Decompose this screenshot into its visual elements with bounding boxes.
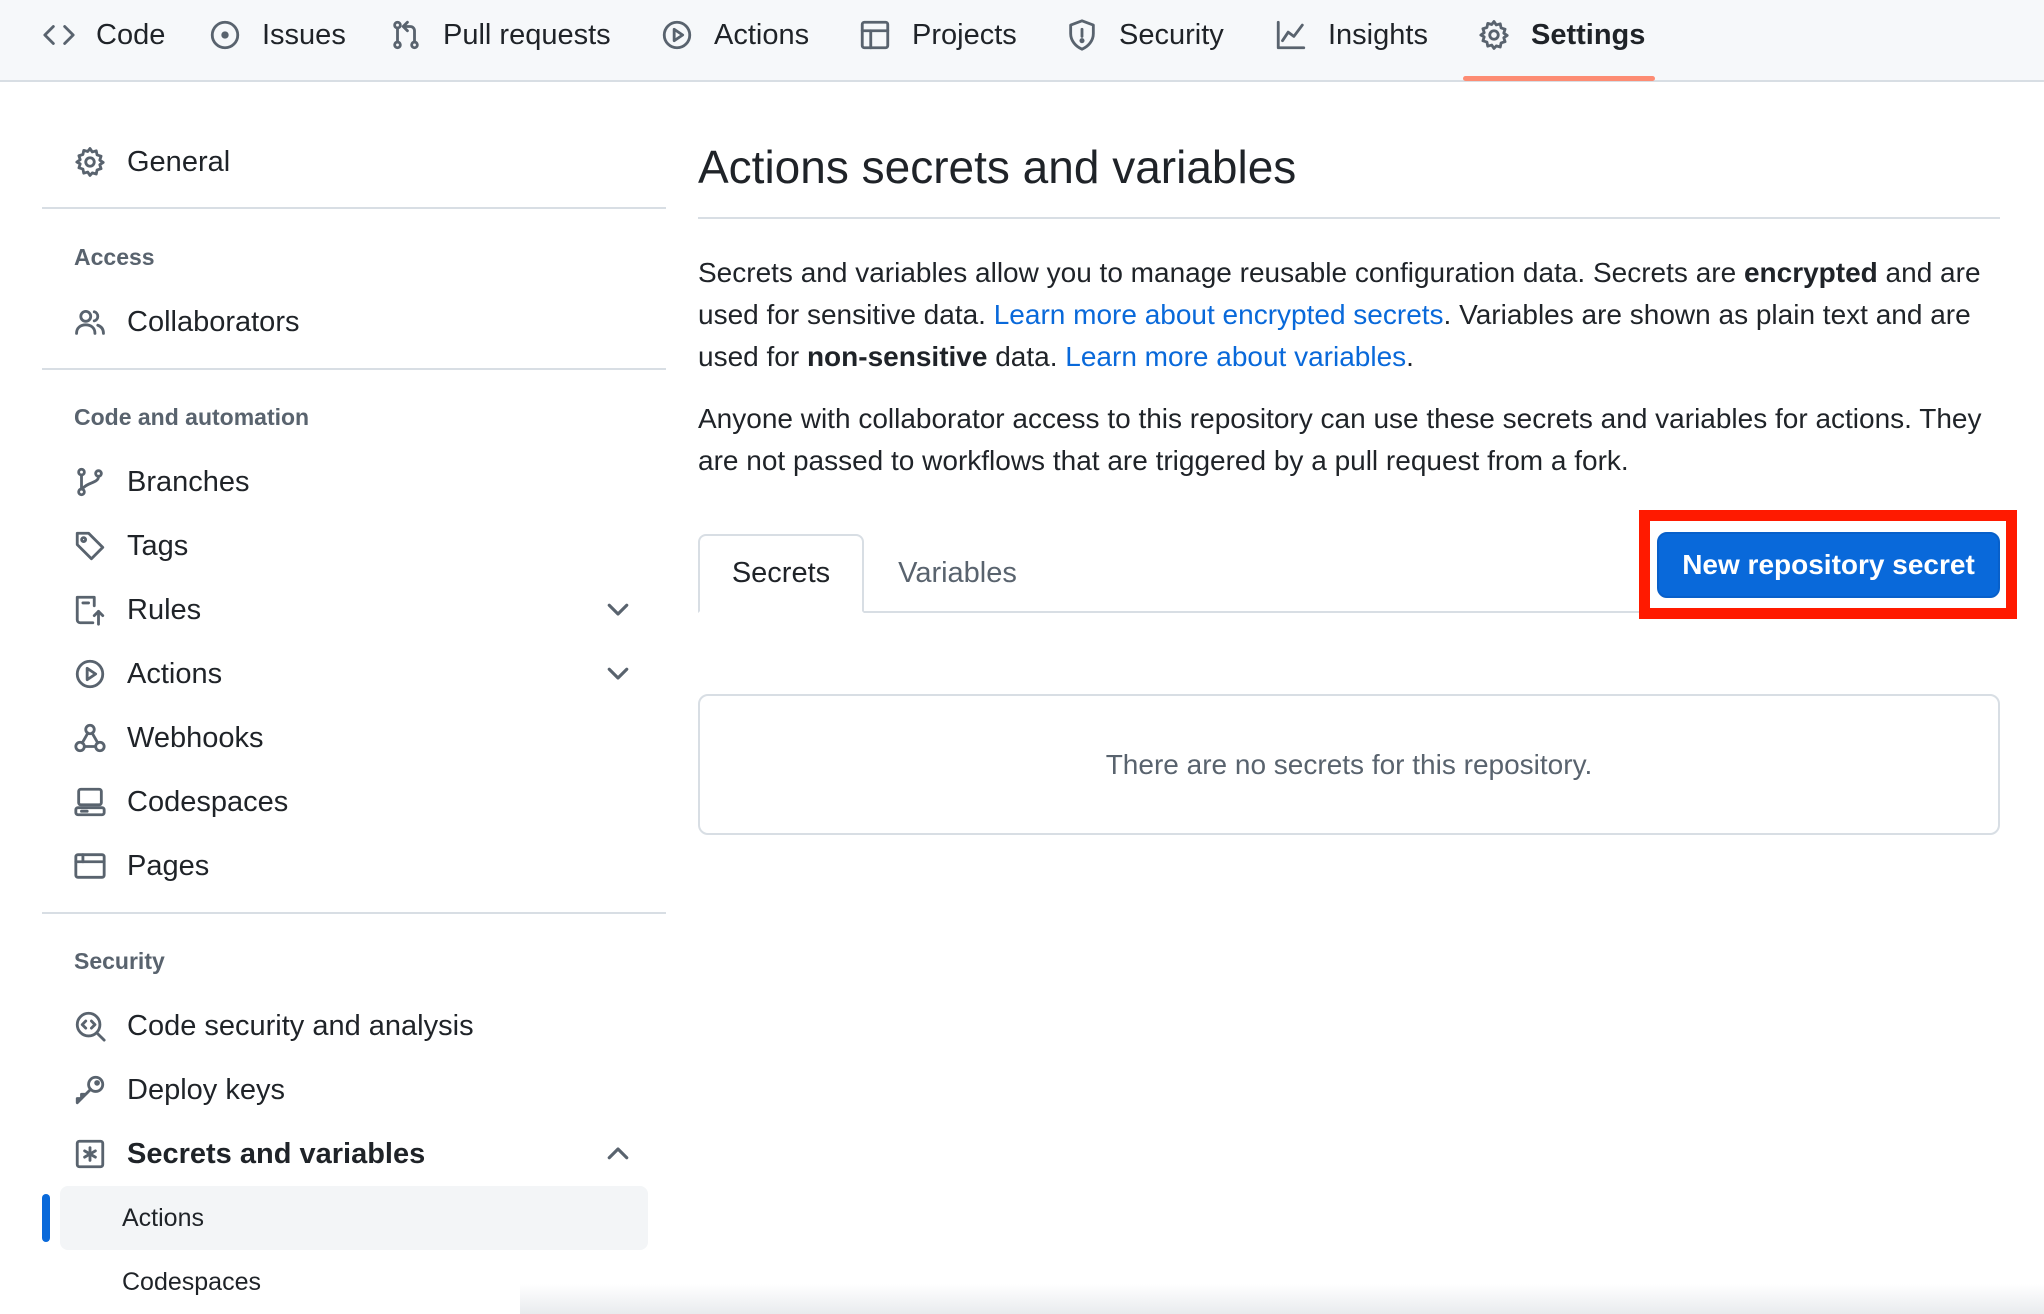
sidebar-item-label: Secrets and variables: [127, 1137, 426, 1170]
git-pull-request-icon: [393, 20, 419, 50]
table-icon: [860, 20, 890, 50]
webhook-icon: [74, 723, 106, 753]
sidebar-item-label: Rules: [127, 593, 202, 626]
sidebar-item-label: Collaborators: [127, 305, 300, 338]
chevron-up-icon[interactable]: [603, 1139, 633, 1169]
sidebar-item-label: Actions: [127, 657, 223, 690]
tab-label: Code: [96, 18, 166, 51]
git-branch-icon: [77, 467, 103, 497]
tab-label: Pull requests: [443, 18, 611, 51]
empty-message: There are no secrets for this repository…: [1105, 748, 1593, 780]
tab-label: Issues: [262, 18, 346, 51]
text-bold: encrypted: [1743, 257, 1878, 288]
code-icon: [43, 25, 75, 45]
sidebar-divider: [42, 207, 666, 209]
repo-push-icon: [75, 595, 105, 626]
text: Secrets and variables allow you to manag…: [698, 257, 1744, 288]
key-icon: [75, 1075, 105, 1105]
sidebar-heading-access: Access: [74, 244, 155, 270]
graph-icon: [1276, 20, 1306, 50]
sidebar-item-label: Webhooks: [127, 721, 264, 754]
chevron-down-icon[interactable]: [603, 658, 633, 688]
bottom-edge-shadow: [520, 1284, 2044, 1314]
sidebar-item-rules[interactable]: Rules: [73, 588, 201, 632]
sidebar-heading-code-automation: Code and automation: [74, 404, 310, 430]
sidebar-item-code-security[interactable]: Code security and analysis: [73, 1004, 474, 1048]
play-icon: [75, 659, 105, 689]
sidebar-item-deploy-keys[interactable]: Deploy keys: [73, 1068, 285, 1112]
sidebar-item-general[interactable]: General: [73, 140, 230, 184]
secrets-empty-state: There are no secrets for this repository…: [698, 694, 2000, 835]
tab-label: Insights: [1328, 18, 1428, 51]
sidebar-item-codespaces[interactable]: Codespaces: [73, 780, 288, 824]
tab-secrets[interactable]: Secrets: [698, 534, 864, 613]
tag-icon: [75, 531, 105, 561]
text-bold: non-sensitive: [806, 341, 988, 372]
issue-opened-icon: [210, 20, 240, 50]
sidebar-item-label: Deploy keys: [127, 1073, 285, 1106]
tab-label: Settings: [1531, 18, 1646, 51]
codescan-icon: [75, 1011, 106, 1042]
sidebar-divider: [42, 912, 666, 914]
sidebar-item-label: Branches: [127, 465, 250, 498]
tab-projects[interactable]: Projects: [858, 0, 1017, 70]
sidebar-item-actions[interactable]: Actions: [73, 652, 222, 696]
learn-more-secrets-link[interactable]: Learn more about encrypted secrets: [994, 299, 1444, 330]
sidebar-heading-security: Security: [74, 948, 165, 974]
tab-label: Security: [1119, 18, 1224, 51]
sidebar-item-collaborators[interactable]: Collaborators: [73, 300, 299, 344]
gear-icon: [1479, 20, 1509, 50]
sidebar-item-label: Pages: [127, 849, 210, 882]
browser-icon: [74, 853, 106, 879]
gear-icon: [75, 147, 105, 177]
sidebar-divider: [42, 368, 666, 370]
learn-more-variables-link[interactable]: Learn more about variables: [1065, 341, 1406, 372]
shield-icon: [1069, 19, 1095, 51]
tab-security[interactable]: Security: [1065, 0, 1224, 70]
intro-paragraph: Secrets and variables allow you to manag…: [698, 252, 2008, 378]
people-icon: [75, 309, 105, 335]
sidebar-item-webhooks[interactable]: Webhooks: [73, 716, 264, 760]
tab-label: Projects: [912, 18, 1017, 51]
sidebar-item-label: General: [127, 145, 231, 178]
active-indicator: [42, 1194, 50, 1242]
selected-tab-underline: [1463, 76, 1655, 81]
text: data.: [987, 341, 1066, 372]
tab-label: Actions: [714, 18, 810, 51]
sidebar-item-tags[interactable]: Tags: [73, 524, 188, 568]
sidebar-item-secrets-variables[interactable]: Secrets and variables: [73, 1132, 425, 1176]
sidebar-subitem-codespaces[interactable]: Codespaces: [122, 1262, 261, 1302]
page-title: Actions secrets and variables: [698, 141, 1297, 193]
sidebar-item-label: Tags: [127, 529, 189, 562]
sidebar-item-branches[interactable]: Branches: [73, 460, 250, 504]
tab-insights[interactable]: Insights: [1274, 0, 1428, 70]
key-asterisk-icon: [75, 1139, 105, 1169]
chevron-down-icon[interactable]: [603, 594, 633, 624]
tab-code[interactable]: Code: [42, 0, 165, 70]
tab-pull-requests[interactable]: Pull requests: [389, 0, 611, 70]
codespaces-icon: [74, 787, 106, 817]
title-divider: [698, 217, 2000, 219]
repo-nav: Code Issues Pull requests Actions Projec…: [0, 0, 2044, 82]
play-icon: [662, 20, 692, 50]
access-paragraph: Anyone with collaborator access to this …: [698, 403, 1982, 476]
sidebar-item-label: Code security and analysis: [127, 1009, 474, 1042]
sidebar-item-pages[interactable]: Pages: [73, 844, 209, 888]
new-repository-secret-button[interactable]: New repository secret: [1657, 532, 2000, 598]
tab-issues[interactable]: Issues: [208, 0, 346, 70]
tab-actions[interactable]: Actions: [660, 0, 809, 70]
sidebar-subitem-actions[interactable]: Actions: [122, 1198, 204, 1238]
sidebar-item-label: Codespaces: [127, 785, 289, 818]
text: .: [1406, 341, 1414, 372]
tab-variables[interactable]: Variables: [875, 534, 1040, 613]
tab-settings[interactable]: Settings: [1477, 0, 1645, 70]
